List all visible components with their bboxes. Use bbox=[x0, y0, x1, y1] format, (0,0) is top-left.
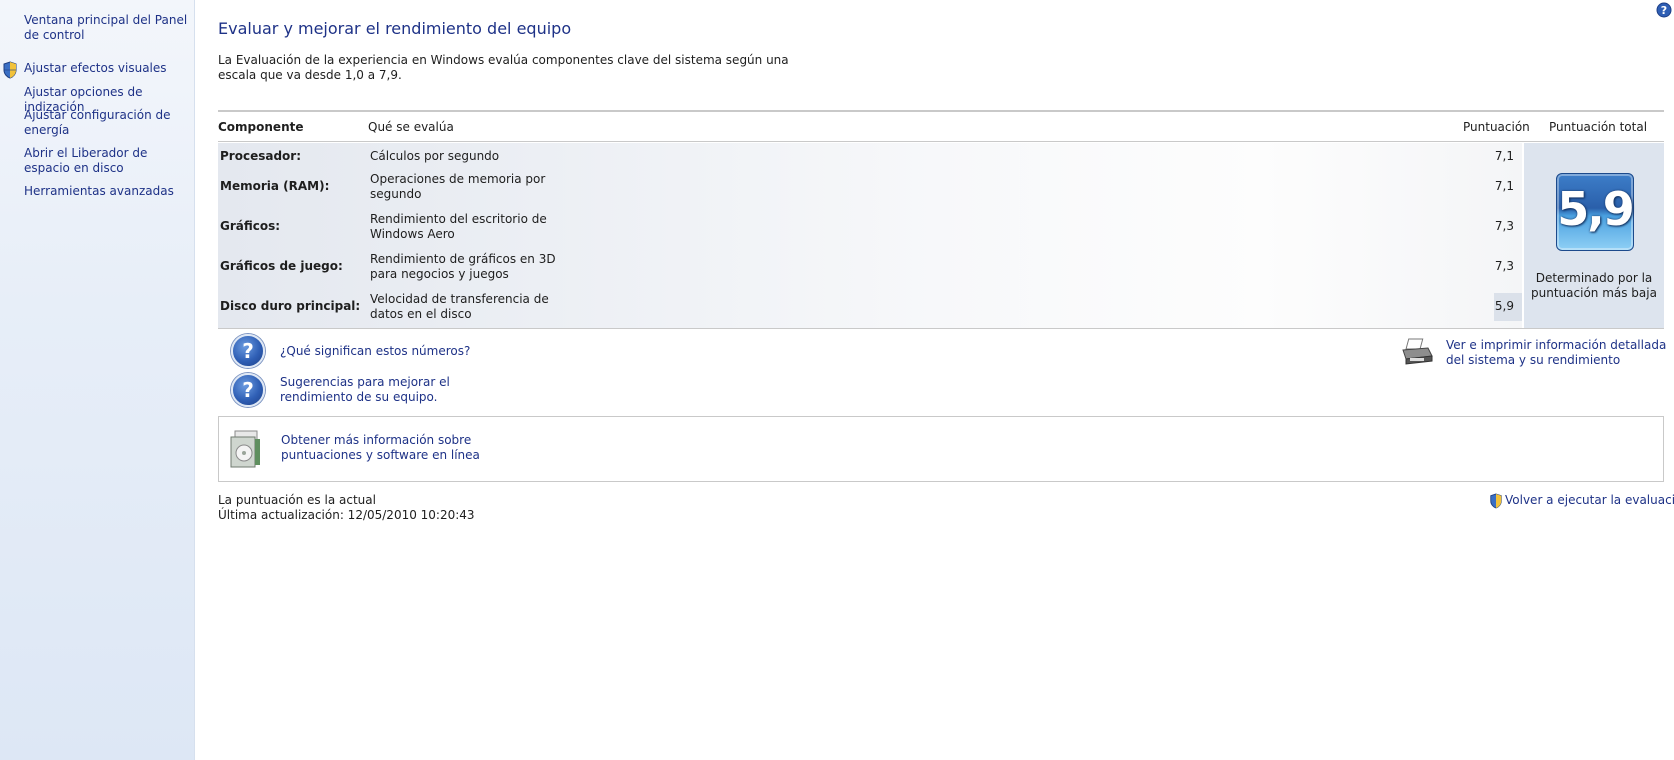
help-question-icon: ? bbox=[231, 373, 265, 407]
rerun-assessment-button[interactable]: Volver a ejecutar la evaluación bbox=[1489, 493, 1674, 509]
subscore: 5,9 bbox=[1494, 299, 1514, 313]
sidebar-item-power-settings[interactable]: Ajustar configuración de energía bbox=[24, 108, 190, 138]
rerun-assessment-link[interactable]: Volver a ejecutar la evaluación bbox=[1505, 493, 1674, 508]
component-name: Disco duro principal: bbox=[220, 299, 361, 313]
component-description: Operaciones de memoria por segundo bbox=[370, 172, 546, 201]
subscore: 7,1 bbox=[1494, 149, 1514, 163]
table-row: Gráficos de juego: Rendimiento de gráfic… bbox=[218, 252, 1522, 293]
component-name: Memoria (RAM): bbox=[220, 179, 330, 193]
view-print-details-link[interactable]: Ver e imprimir información detallada del… bbox=[1446, 338, 1671, 368]
table-bottom-divider bbox=[218, 328, 1664, 329]
svg-text:?: ? bbox=[1661, 4, 1667, 17]
score-table: Componente Qué se evalúa Puntuación Punt… bbox=[218, 110, 1664, 329]
software-package-icon bbox=[230, 430, 260, 468]
last-update-text: Última actualización: 12/05/2010 10:20:4… bbox=[218, 508, 475, 522]
base-score-value: 5,9 bbox=[1557, 182, 1635, 236]
printer-icon bbox=[1402, 338, 1433, 365]
sidebar-item-visual-effects[interactable]: Ajustar efectos visuales bbox=[24, 61, 190, 76]
header-score: Puntuación bbox=[1463, 120, 1530, 134]
component-description: Cálculos por segundo bbox=[370, 149, 500, 163]
help-question-icon: ? bbox=[231, 334, 265, 368]
header-total: Puntuación total bbox=[1549, 120, 1648, 134]
score-status: La puntuación es la actual Última actual… bbox=[218, 493, 475, 523]
subscore: 7,3 bbox=[1494, 259, 1514, 273]
help-icon[interactable]: ? bbox=[1656, 2, 1672, 18]
sidebar-item-disk-cleanup[interactable]: Abrir el Liberador de espacio en disco bbox=[24, 146, 190, 176]
page-title: Evaluar y mejorar el rendimiento del equ… bbox=[218, 19, 572, 38]
table-header: Componente Qué se evalúa Puntuación Punt… bbox=[218, 112, 1664, 142]
table-row: Memoria (RAM): Operaciones de memoria po… bbox=[218, 172, 1522, 213]
what-numbers-link[interactable]: ¿Qué significan estos números? bbox=[280, 344, 470, 359]
sidebar-item-control-panel-home[interactable]: Ventana principal del Panel de control bbox=[24, 13, 190, 43]
online-info-link[interactable]: Obtener más información sobre puntuacion… bbox=[281, 433, 481, 463]
table-body: Procesador: Cálculos por segundo 7,1 Mem… bbox=[218, 143, 1522, 328]
component-name: Gráficos de juego: bbox=[220, 259, 343, 273]
uac-shield-icon bbox=[1490, 493, 1502, 509]
base-score-caption: Determinado por la puntuación más baja bbox=[1531, 271, 1657, 300]
online-info-box: Obtener más información sobre puntuacion… bbox=[218, 416, 1664, 482]
table-row: Gráficos: Rendimiento del escritorio de … bbox=[218, 212, 1522, 253]
header-what: Qué se evalúa bbox=[368, 120, 454, 134]
component-description: Velocidad de transferencia de datos en e… bbox=[370, 292, 549, 321]
component-name: Procesador: bbox=[220, 149, 301, 163]
intro-text: La Evaluación de la experiencia en Windo… bbox=[218, 53, 789, 82]
component-description: Rendimiento del escritorio de Windows Ae… bbox=[370, 212, 547, 241]
base-score-panel: 5,9 Determinado por la puntuación más ba… bbox=[1524, 143, 1664, 328]
component-description: Rendimiento de gráficos en 3D para negoc… bbox=[370, 252, 556, 281]
header-component: Componente bbox=[218, 120, 304, 134]
uac-shield-icon bbox=[3, 61, 17, 79]
score-current-text: La puntuación es la actual bbox=[218, 493, 376, 507]
task-pane: Ventana principal del Panel de control A… bbox=[0, 0, 195, 760]
table-row: Disco duro principal: Velocidad de trans… bbox=[218, 292, 1522, 333]
component-name: Gráficos: bbox=[220, 219, 281, 233]
performance-tips-link[interactable]: Sugerencias para mejorar el rendimiento … bbox=[280, 375, 500, 405]
base-score-badge: 5,9 bbox=[1556, 173, 1635, 251]
subscore: 7,1 bbox=[1494, 179, 1514, 193]
sidebar-item-advanced-tools[interactable]: Herramientas avanzadas bbox=[24, 184, 190, 199]
subscore: 7,3 bbox=[1494, 219, 1514, 233]
